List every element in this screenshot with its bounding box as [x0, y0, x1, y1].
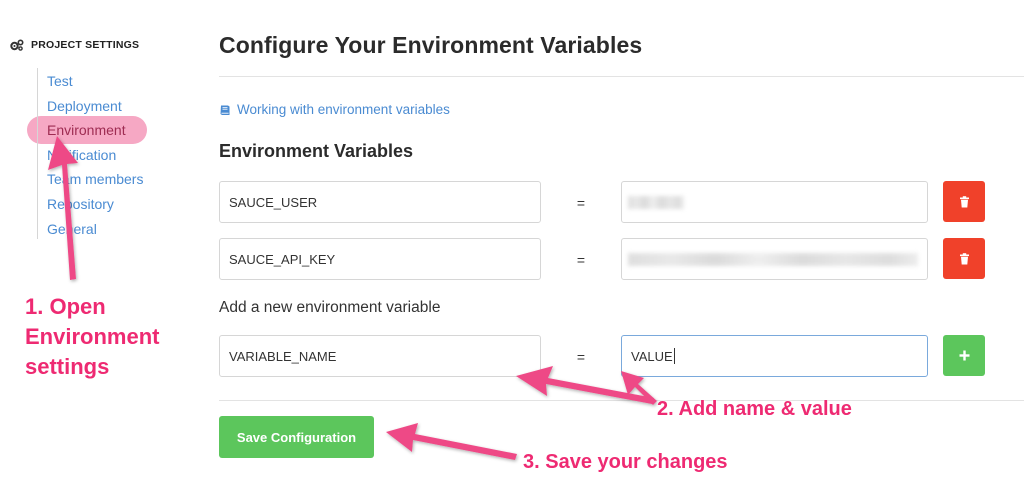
annotation-step3: 3. Save your changes [523, 451, 728, 473]
annotation-step2: 2. Add name & value [657, 398, 852, 420]
annotation-step1: 1. Open Environment settings [25, 294, 160, 379]
arrow-to-save-button [386, 423, 517, 460]
arrow-to-environment [48, 136, 78, 280]
annotation-arrows [48, 136, 657, 460]
